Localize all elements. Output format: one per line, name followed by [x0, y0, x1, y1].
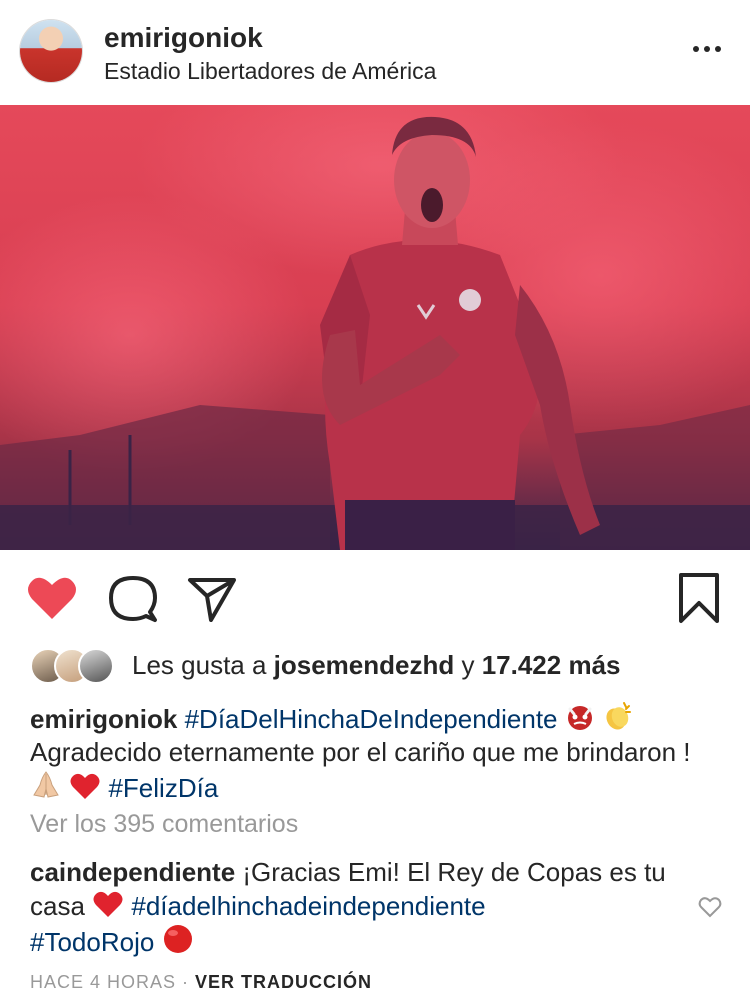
red-heart-emoji-icon	[70, 773, 100, 799]
comment-hashtag[interactable]: #TodoRojo	[30, 927, 154, 957]
post-caption: emirigoniok #DíaDelHinchaDeIndependiente…	[30, 700, 720, 805]
bookmark-icon[interactable]	[678, 572, 720, 624]
see-translation-link[interactable]: VER TRADUCCIÓN	[195, 972, 372, 992]
player-illustration	[0, 116, 750, 550]
likes-middle: y	[454, 650, 482, 680]
comment-like-icon[interactable]	[698, 896, 722, 918]
comment-hashtag[interactable]: #díadelhinchadeindependiente	[131, 891, 485, 921]
view-all-comments-link[interactable]: Ver los 395 comentarios	[30, 810, 298, 839]
post-location[interactable]: Estadio Libertadores de América	[104, 58, 436, 85]
share-icon[interactable]	[187, 576, 237, 622]
heart-liked-icon[interactable]	[26, 575, 78, 621]
post-username[interactable]: emirigoniok	[104, 22, 263, 54]
caption-username[interactable]: emirigoniok	[30, 704, 177, 734]
profile-avatar[interactable]	[20, 20, 82, 82]
likes-count[interactable]: 17.422 más	[482, 650, 621, 680]
praying-hands-emoji-icon	[33, 771, 59, 798]
comment-icon[interactable]	[108, 574, 158, 624]
liker-avatar	[78, 648, 114, 684]
ogre-emoji-icon	[567, 706, 592, 730]
post-header: emirigoniok Estadio Libertadores de Amér…	[0, 0, 750, 105]
likes-prefix: Les gusta a	[132, 650, 274, 680]
red-heart-emoji-icon	[93, 891, 123, 917]
clapping-emoji-icon	[606, 702, 631, 730]
caption-hashtag[interactable]: #DíaDelHinchaDeIndependiente	[185, 704, 558, 734]
red-circle-emoji-icon	[163, 925, 192, 953]
more-options-icon[interactable]	[692, 38, 722, 60]
caption-text: Agradecido eternamente por el cariño que…	[30, 737, 691, 767]
footer-separator: ·	[176, 972, 196, 992]
likes-username[interactable]: josemendezhd	[274, 650, 455, 680]
caption-hashtag[interactable]: #FelizDía	[108, 773, 218, 803]
comment-item: caindependiente ¡Gracias Emi! El Rey de …	[30, 856, 670, 959]
likes-summary[interactable]: Les gusta a josemendezhd y 17.422 más	[30, 648, 730, 684]
post-photo[interactable]	[0, 105, 750, 550]
post-footer: HACE 4 HORAS · VER TRADUCCIÓN	[30, 972, 372, 993]
comment-username[interactable]: caindependiente	[30, 857, 235, 887]
action-bar	[0, 568, 750, 632]
likes-text: Les gusta a josemendezhd y 17.422 más	[132, 650, 621, 681]
post-timestamp: HACE 4 HORAS	[30, 972, 177, 992]
